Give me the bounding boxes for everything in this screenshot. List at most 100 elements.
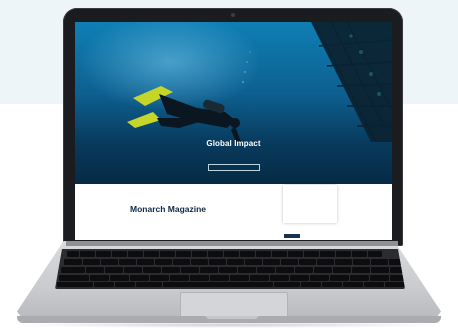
key[interactable] [144,251,159,257]
key[interactable] [371,259,388,265]
key-row-numbers [64,259,404,265]
key[interactable] [176,251,191,257]
shipwreck-diver-image [127,22,392,144]
key[interactable] [299,259,316,265]
key[interactable] [335,259,352,265]
key[interactable] [385,282,405,287]
key[interactable] [64,259,82,265]
key[interactable] [371,267,389,273]
key[interactable] [343,282,363,287]
laptop-hinge [66,241,398,246]
key[interactable] [272,251,287,257]
key[interactable] [245,259,262,265]
page-title: Monarch Magazine [130,204,207,214]
key[interactable] [317,259,334,265]
webcam-icon [231,13,235,17]
key[interactable] [162,267,180,273]
hero-title: Global Impact [206,139,261,148]
key[interactable] [67,251,79,257]
key[interactable] [304,251,319,257]
key[interactable] [330,275,349,281]
key[interactable] [322,282,342,287]
key[interactable] [263,259,280,265]
key[interactable] [370,275,389,281]
key[interactable] [368,251,382,257]
key[interactable] [150,275,169,281]
key[interactable] [314,267,332,273]
key[interactable] [281,259,298,265]
key-row-function [67,251,382,257]
key[interactable] [336,251,351,257]
key[interactable] [86,267,104,273]
key[interactable] [170,275,189,281]
key[interactable] [190,275,209,281]
key[interactable] [59,275,89,281]
key[interactable] [130,275,149,281]
key[interactable] [333,267,351,273]
key[interactable] [238,267,256,273]
key[interactable] [136,282,162,287]
key[interactable] [160,251,175,257]
key[interactable] [250,275,269,281]
key[interactable] [181,267,199,273]
key[interactable] [61,267,85,273]
key[interactable] [105,267,123,273]
key[interactable] [173,259,190,265]
key[interactable] [230,275,249,281]
key[interactable] [191,259,208,265]
key[interactable] [290,275,309,281]
key[interactable] [208,251,223,257]
trackpad[interactable] [180,292,288,318]
sidebar-card [283,185,337,223]
key-row-middle-letters [59,275,405,281]
key[interactable] [240,251,255,257]
key[interactable] [210,275,229,281]
key[interactable] [155,259,172,265]
key[interactable] [274,282,300,287]
key[interactable] [310,275,329,281]
key[interactable] [200,267,218,273]
laptop-screen: Global Impact Monarch Magazine [75,22,392,240]
key[interactable] [224,251,239,257]
key[interactable] [209,259,226,265]
key[interactable] [101,259,118,265]
key[interactable] [137,259,154,265]
key[interactable] [96,251,111,257]
key[interactable] [350,275,369,281]
key-row-top-letters [61,267,405,273]
key[interactable] [320,251,335,257]
key[interactable] [143,267,161,273]
key[interactable] [115,282,135,287]
keyboard [55,249,405,289]
key[interactable] [257,267,275,273]
key[interactable] [353,259,370,265]
key[interactable] [295,267,313,273]
key[interactable] [276,267,294,273]
key[interactable] [112,251,127,257]
key[interactable] [124,267,142,273]
key[interactable] [57,282,93,287]
key-row-bottom [57,282,405,288]
sidebar-button[interactable] [284,234,300,238]
key[interactable] [219,267,237,273]
key[interactable] [227,259,244,265]
key[interactable] [256,251,271,257]
key[interactable] [110,275,129,281]
key[interactable] [128,251,143,257]
key[interactable] [90,275,109,281]
spacebar-key[interactable] [163,282,273,287]
key[interactable] [119,259,136,265]
key[interactable] [94,282,114,287]
lid-open-notch [206,316,258,319]
key[interactable] [80,251,95,257]
key[interactable] [301,282,321,287]
key[interactable] [364,282,384,287]
hero-banner: Global Impact [75,22,392,184]
key[interactable] [288,251,303,257]
key[interactable] [352,267,370,273]
key[interactable] [83,259,100,265]
key[interactable] [192,251,207,257]
read-magazine-button[interactable] [208,164,260,171]
key[interactable] [352,251,367,257]
key[interactable] [270,275,289,281]
